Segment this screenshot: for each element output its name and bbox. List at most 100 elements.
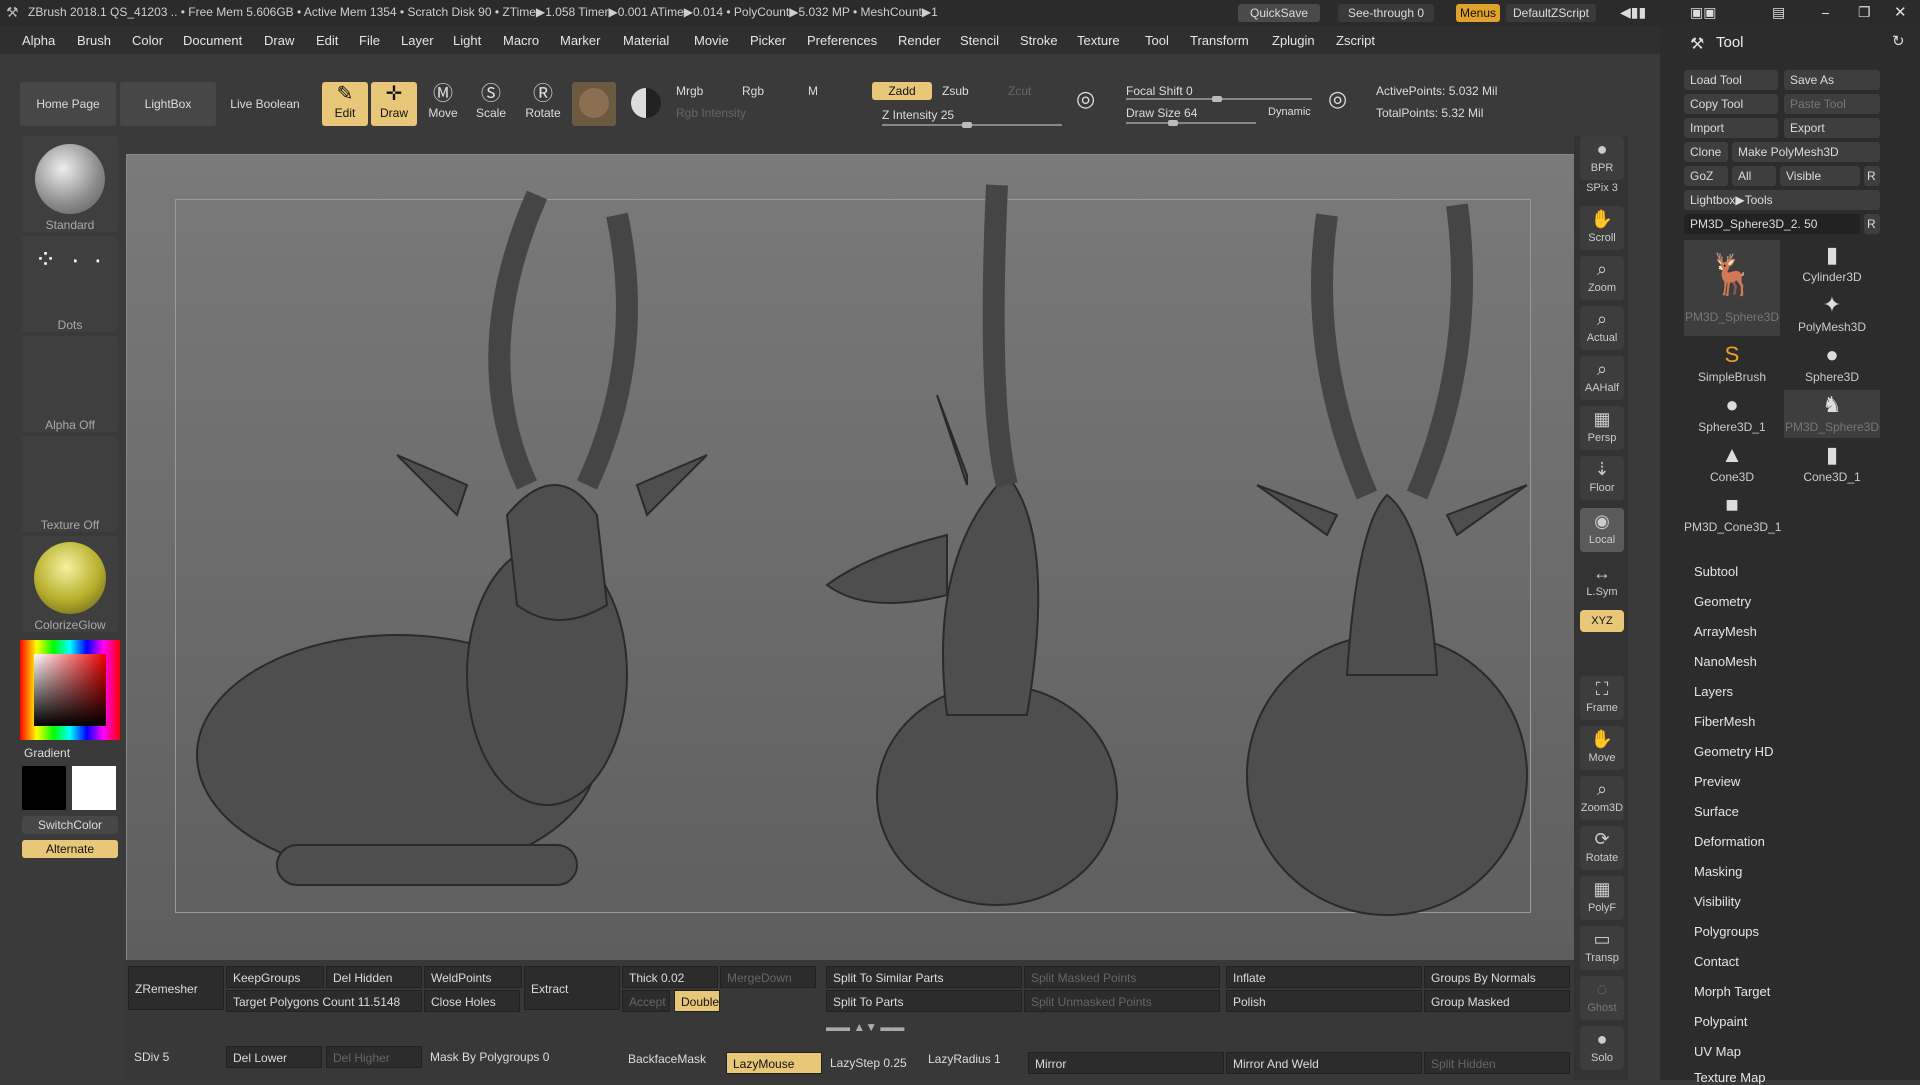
tool-cylinder3d[interactable]: ▮ Cylinder3D <box>1784 240 1880 288</box>
lock-icon[interactable]: ▤ <box>1772 4 1785 21</box>
edit-button[interactable]: ✎ Edit <box>322 82 368 126</box>
lightbox-button[interactable]: LightBox <box>120 82 216 126</box>
xyz-button[interactable]: XYZ <box>1580 610 1624 632</box>
mrgb-toggle[interactable]: Mrgb <box>676 84 703 98</box>
tool-cone3d-1[interactable]: ▮ Cone3D_1 <box>1784 440 1880 488</box>
menu-color[interactable]: Color <box>132 33 163 48</box>
quicksave-button[interactable]: QuickSave <box>1238 4 1320 22</box>
persp-button[interactable]: ▦ Persp <box>1580 406 1624 450</box>
sculpt-model[interactable] <box>127 155 1575 961</box>
submenu-geometry-hd[interactable]: Geometry HD <box>1694 744 1773 759</box>
submenu-texture-map[interactable]: Texture Map <box>1694 1070 1766 1085</box>
tool-sphere3d-1[interactable]: ● Sphere3D_1 <box>1684 390 1780 438</box>
live-boolean-button[interactable]: Live Boolean <box>220 82 310 126</box>
close-icon[interactable]: ✕ <box>1894 3 1907 21</box>
menu-draw[interactable]: Draw <box>264 33 294 48</box>
zcut-toggle[interactable]: Zcut <box>1008 84 1031 98</box>
del-lower-button[interactable]: Del Lower <box>226 1046 322 1068</box>
inflate-slider[interactable]: Inflate <box>1226 966 1422 988</box>
spix-slider[interactable]: SPix 3 <box>1580 182 1624 200</box>
submenu-masking[interactable]: Masking <box>1694 864 1742 879</box>
menus-button[interactable]: Menus <box>1456 4 1500 22</box>
canvas-viewport[interactable] <box>126 154 1576 962</box>
color-square[interactable] <box>34 654 106 726</box>
zoom3d-button[interactable]: ⌕ Zoom3D <box>1580 776 1624 820</box>
polyf-button[interactable]: ▦ PolyF <box>1580 876 1624 920</box>
visible-button[interactable]: Visible <box>1780 166 1860 186</box>
menu-zscript[interactable]: Zscript <box>1336 33 1375 48</box>
dynamic-toggle[interactable]: Dynamic <box>1268 106 1311 118</box>
menu-preferences[interactable]: Preferences <box>807 33 877 48</box>
material-thumbnail[interactable]: ColorizeGlow <box>22 536 118 632</box>
polish-slider[interactable]: Polish <box>1226 990 1422 1012</box>
weld-points-button[interactable]: WeldPoints <box>424 966 522 988</box>
see-through-slider[interactable]: See-through 0 <box>1338 4 1434 22</box>
alpha-thumbnail[interactable]: Alpha Off <box>22 336 118 432</box>
submenu-fibermesh[interactable]: FiberMesh <box>1694 714 1755 729</box>
lazystep-slider[interactable]: LazyStep 0.25 <box>824 1052 920 1074</box>
menu-render[interactable]: Render <box>898 33 941 48</box>
r-button[interactable]: R <box>1864 166 1880 186</box>
zsub-toggle[interactable]: Zsub <box>942 84 969 98</box>
split-similar-parts-button[interactable]: Split To Similar Parts <box>826 966 1022 988</box>
material-button[interactable] <box>572 82 616 126</box>
rgb-intensity-slider[interactable]: Rgb Intensity <box>676 106 746 120</box>
submenu-uv-map[interactable]: UV Map <box>1694 1044 1741 1059</box>
z-intensity-knob[interactable] <box>962 122 972 128</box>
menu-file[interactable]: File <box>359 33 380 48</box>
current-tool-r-button[interactable]: R <box>1864 214 1880 234</box>
menu-document[interactable]: Document <box>183 33 242 48</box>
aahalf-button[interactable]: ⌕ AAHalf <box>1580 356 1624 400</box>
tool-pm3d-sphere3d[interactable]: 🦌 PM3D_Sphere3D <box>1684 240 1780 336</box>
focal-d-icon[interactable]: ◎ <box>1328 86 1347 112</box>
close-holes-button[interactable]: Close Holes <box>424 990 520 1012</box>
del-higher-button[interactable]: Del Higher <box>326 1046 422 1068</box>
color-picker[interactable] <box>20 640 120 740</box>
submenu-layers[interactable]: Layers <box>1694 684 1733 699</box>
del-hidden-button[interactable]: Del Hidden <box>326 966 422 988</box>
submenu-polygroups[interactable]: Polygroups <box>1694 924 1759 939</box>
frame-button[interactable]: ⛶ Frame <box>1580 676 1624 720</box>
collapse-arrows-icon[interactable]: ▬▬ ▲▼ ▬▬ <box>826 1020 904 1034</box>
brush-thumbnail[interactable]: Standard <box>22 136 118 232</box>
menu-edit[interactable]: Edit <box>316 33 338 48</box>
default-zscript-button[interactable]: DefaultZScript <box>1506 4 1596 22</box>
menu-marker[interactable]: Marker <box>560 33 600 48</box>
mirror-and-weld-button[interactable]: Mirror And Weld <box>1226 1052 1422 1074</box>
draw-size-knob[interactable] <box>1168 120 1178 126</box>
menu-layer[interactable]: Layer <box>401 33 434 48</box>
thick-slider[interactable]: Thick 0.02 <box>622 966 718 988</box>
save-as-button[interactable]: Save As <box>1784 70 1880 90</box>
texture-thumbnail[interactable]: Texture Off <box>22 436 118 532</box>
menu-material[interactable]: Material <box>623 33 669 48</box>
clone-button[interactable]: Clone <box>1684 142 1728 162</box>
submenu-morph-target[interactable]: Morph Target <box>1694 984 1770 999</box>
tool-sphere3d[interactable]: ● Sphere3D <box>1784 340 1880 388</box>
move-button[interactable]: Ⓜ Move <box>420 82 466 126</box>
switch-color-button[interactable]: SwitchColor <box>22 816 118 834</box>
lazymouse-toggle[interactable]: LazyMouse <box>726 1052 822 1074</box>
menu-light[interactable]: Light <box>453 33 481 48</box>
rotate-view-button[interactable]: ⟳ Rotate <box>1580 826 1624 870</box>
zoom-button[interactable]: ⌕ Zoom <box>1580 256 1624 300</box>
tool-simplebrush[interactable]: S SimpleBrush <box>1684 340 1780 388</box>
draw-button[interactable]: ✛ Draw <box>371 82 417 126</box>
z-intensity-track[interactable] <box>882 122 1062 128</box>
menu-zplugin[interactable]: Zplugin <box>1272 33 1315 48</box>
make-polymesh-button[interactable]: Make PolyMesh3D <box>1732 142 1880 162</box>
menu-alpha[interactable]: Alpha <box>22 33 55 48</box>
submenu-preview[interactable]: Preview <box>1694 774 1740 789</box>
keep-groups-toggle[interactable]: KeepGroups <box>226 966 324 988</box>
split-unmasked-points-button[interactable]: Split Unmasked Points <box>1024 990 1220 1012</box>
load-tool-button[interactable]: Load Tool <box>1684 70 1778 90</box>
submenu-surface[interactable]: Surface <box>1694 804 1739 819</box>
draw-size-slider[interactable]: Draw Size 64 <box>1126 106 1197 120</box>
submenu-deformation[interactable]: Deformation <box>1694 834 1765 849</box>
focal-shift-slider[interactable]: Focal Shift 0 <box>1126 84 1193 98</box>
rgb-toggle[interactable]: Rgb <box>742 84 764 98</box>
current-tool-slider[interactable]: PM3D_Sphere3D_2. 50 <box>1684 214 1860 234</box>
ghost-button[interactable]: ◌ Ghost <box>1580 976 1624 1020</box>
move-view-button[interactable]: ✋ Move <box>1580 726 1624 770</box>
group-masked-button[interactable]: Group Masked <box>1424 990 1570 1012</box>
rotate-button[interactable]: Ⓡ Rotate <box>520 82 566 126</box>
